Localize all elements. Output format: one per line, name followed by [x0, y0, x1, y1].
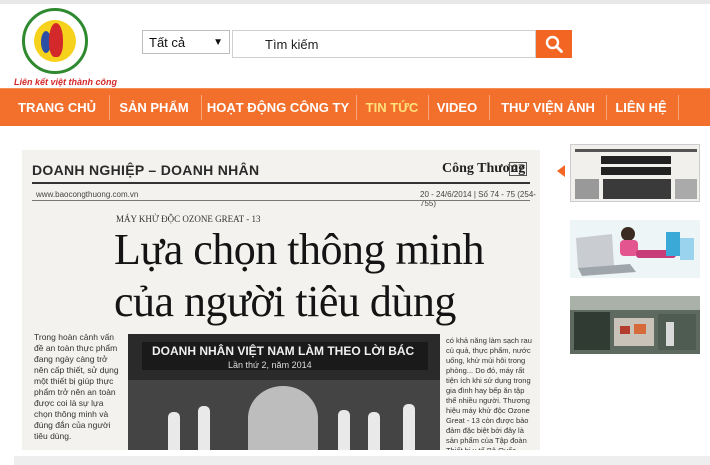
article-headline-line2: của người tiêu dùng [114, 277, 456, 326]
thumbnail-newspaper[interactable] [570, 144, 700, 202]
laptop-thumb-graphic [570, 220, 700, 278]
thumbnail-market[interactable] [570, 296, 700, 354]
nav-divider [356, 95, 357, 120]
nav-item-home[interactable]: TRANG CHỦ [16, 89, 98, 126]
nav-divider [109, 95, 110, 120]
nav-item-news[interactable]: TIN TỨC [360, 89, 424, 126]
photo-banner-text: DOANH NHÂN VIỆT NAM LÀM THEO LỜI BÁC [152, 344, 415, 358]
search-placeholder: Tìm kiếm [265, 37, 319, 52]
nav-divider [201, 95, 202, 120]
category-select[interactable]: Tất cả ▼ [142, 30, 230, 54]
newspaper-section-header: DOANH NGHIỆP – DOANH NHÂN [32, 162, 260, 178]
search-input[interactable]: Tìm kiếm [232, 30, 536, 58]
featured-article-image[interactable]: DOANH NGHIỆP – DOANH NHÂN Công Thương 27… [22, 150, 540, 450]
top-border [0, 0, 710, 4]
logo-emblem [22, 8, 88, 74]
article-kicker: MÁY KHỬ ĐỘC OZONE GREAT - 13 [116, 214, 261, 224]
site-logo[interactable]: Liên kết việt thành công [14, 8, 117, 90]
category-select-value: Tất cả [149, 35, 186, 50]
nav-divider [428, 95, 429, 120]
content-area: DOANH NGHIỆP – DOANH NHÂN Công Thương 27… [0, 126, 710, 465]
search-button[interactable] [536, 30, 572, 58]
search-icon [545, 35, 563, 53]
search-bar: Tất cả ▼ Tìm kiếm [142, 30, 572, 58]
nav-item-video[interactable]: VIDEO [432, 89, 482, 126]
main-nav: TRANG CHỦ SẢN PHẨM HOẠT ĐỘNG CÔNG TY TIN… [0, 88, 710, 126]
nav-item-gallery[interactable]: THƯ VIỆN ẢNH [494, 89, 602, 126]
nav-item-contact[interactable]: LIÊN HỆ [610, 89, 672, 126]
caret-down-icon: ▼ [213, 37, 223, 48]
nav-divider [489, 95, 490, 120]
nav-item-products[interactable]: SẢN PHẨM [116, 89, 192, 126]
newspaper-page-number: 27 [509, 162, 528, 176]
market-thumb-graphic [570, 296, 700, 354]
article-lead-text: Trong hoàn cảnh vấn đề an toàn thực phẩm… [34, 332, 119, 441]
nav-item-company-activities[interactable]: HOẠT ĐỘNG CÔNG TY [206, 89, 350, 126]
active-thumb-indicator [557, 165, 565, 177]
article-photo: DOANH NHÂN VIỆT NAM LÀM THEO LỜI BÁC Lần… [128, 334, 440, 450]
article-side-text: có khả năng làm sạch rau củ quả, thực ph… [446, 336, 532, 450]
article-headline-line1: Lựa chọn thông minh [114, 225, 484, 274]
newspaper-thumb-graphic [575, 149, 697, 199]
footer-strip [14, 456, 710, 465]
nav-divider [678, 95, 679, 120]
logo-caption: Liên kết việt thành công [14, 77, 118, 87]
photo-banner-subtitle: Lần thứ 2, năm 2014 [228, 360, 312, 370]
thumbnail-laptop-shopping[interactable] [570, 220, 700, 278]
nav-divider [606, 95, 607, 120]
newspaper-issue-date: 20 - 24/6/2014 | Số 74 - 75 (254-755) [420, 190, 536, 208]
newspaper-website: www.baocongthuong.com.vn [36, 190, 139, 199]
